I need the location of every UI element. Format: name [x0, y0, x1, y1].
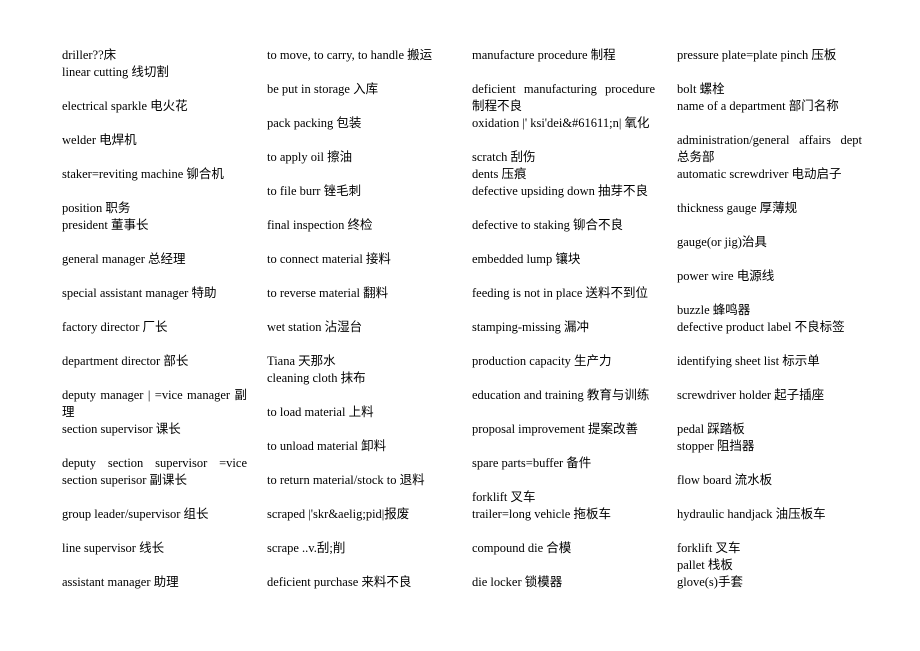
glossary-entry: wet station 沾湿台	[267, 320, 363, 334]
glossary-entry: education and training 教育与训练	[472, 388, 650, 402]
glossary-entry: factory director 厂长	[62, 320, 168, 334]
glossary-entry: trailer=long vehicle 拖板车	[472, 507, 611, 521]
glossary-entry: stopper 阻挡器	[677, 439, 755, 453]
glossary-entry: screwdriver holder 起子插座	[677, 388, 825, 402]
glossary-entry: deficient manufacturing procedure 制程不良	[472, 82, 655, 113]
glossary-entry: dents 压痕	[472, 167, 527, 181]
glossary-entry: pedal 踩踏板	[677, 422, 745, 436]
glossary-entry: to connect material 接料	[267, 252, 391, 266]
glossary-entry: name of a department 部门名称	[677, 99, 839, 113]
glossary-entry: defective upsiding down 抽芽不良	[472, 184, 649, 198]
glossary-entry: assistant manager 助理	[62, 575, 179, 589]
glossary-entry: power wire 电源线	[677, 269, 775, 283]
glossary-entry: pallet 栈板	[677, 558, 733, 572]
glossary-entry: pack packing 包装	[267, 116, 362, 130]
glossary-entry: to load material 上料	[267, 405, 374, 419]
glossary-entry: stamping-missing 漏冲	[472, 320, 590, 334]
glossary-column-4: pressure plate=plate pinch 压板 bolt 螺栓 name…	[677, 47, 862, 607]
document-page: driller??床 linear cutting 线切割 electrical s…	[0, 0, 920, 651]
glossary-entry: scrape ..v.刮;削	[267, 541, 346, 555]
glossary-entry: buzzle 蜂鸣器	[677, 303, 751, 317]
glossary-entry: bolt 螺栓	[677, 82, 725, 96]
glossary-entry: die locker 锁模器	[472, 575, 563, 589]
glossary-entry: driller??床	[62, 48, 117, 62]
glossary-entry: section supervisor 课长	[62, 422, 181, 436]
glossary-entry: department director 部长	[62, 354, 189, 368]
glossary-entry: welder 电焊机	[62, 133, 137, 147]
glossary-entry: scraped |'skr&aelig;pid|报废	[267, 507, 410, 521]
glossary-entry: president 董事长	[62, 218, 149, 232]
glossary-entry: flow board 流水板	[677, 473, 773, 487]
glossary-entry: feeding is not in place 送料不到位	[472, 286, 649, 300]
glossary-entry: identifying sheet list 标示单	[677, 354, 820, 368]
glossary-entry: gauge(or jig)治具	[677, 235, 767, 249]
glossary-entry: forklift 叉车	[677, 541, 741, 555]
glossary-entry: position 职务	[62, 201, 131, 215]
glossary-entry: automatic screwdriver 电动启子	[677, 167, 842, 181]
glossary-entry: manufacture procedure 制程	[472, 48, 616, 62]
glossary-entry: administration/general affairs dept 总务部	[677, 133, 862, 164]
glossary-entry: cleaning cloth 抹布	[267, 371, 366, 385]
glossary-entry: forklift 叉车	[472, 490, 536, 504]
glossary-entry: deficient purchase 来料不良	[267, 575, 412, 589]
glossary-entry: electrical sparkle 电火花	[62, 99, 188, 113]
glossary-entry: defective product label 不良标签	[677, 320, 845, 334]
glossary-entry: general manager 总经理	[62, 252, 186, 266]
glossary-entry: final inspection 终检	[267, 218, 373, 232]
glossary-entry: compound die 合模	[472, 541, 572, 555]
glossary-entry: to apply oil 擦油	[267, 150, 353, 164]
glossary-entry: deputy manager | =vice manager 副理	[62, 388, 247, 419]
glossary-entry: to unload material 卸料	[267, 439, 387, 453]
glossary-column-1: driller??床 linear cutting 线切割 electrical s…	[62, 47, 247, 607]
glossary-entry: linear cutting 线切割	[62, 65, 169, 79]
glossary-column-3: manufacture procedure 制程 deficient manufa…	[472, 47, 655, 607]
glossary-entry: group leader/supervisor 组长	[62, 507, 209, 521]
glossary-entry: line supervisor 线长	[62, 541, 165, 555]
glossary-entry: spare parts=buffer 备件	[472, 456, 592, 470]
glossary-entry: to reverse material 翻料	[267, 286, 389, 300]
glossary-entry: embedded lump 镶块	[472, 252, 581, 266]
glossary-entry: special assistant manager 特助	[62, 286, 217, 300]
glossary-entry: hydraulic handjack 油压板车	[677, 507, 826, 521]
glossary-entry: scratch 刮伤	[472, 150, 536, 164]
glossary-entry: deputy section supervisor =vice section …	[62, 456, 247, 487]
glossary-entry: to move, to carry, to handle 搬运	[267, 48, 433, 62]
glossary-column-2: to move, to carry, to handle 搬运 be put in…	[267, 47, 452, 607]
glossary-entry: thickness gauge 厚薄规	[677, 201, 798, 215]
glossary-entry: to file burr 锉毛刺	[267, 184, 362, 198]
glossary-entry: proposal improvement 提案改善	[472, 422, 638, 436]
glossary-entry: production capacity 生产力	[472, 354, 612, 368]
glossary-entry: staker=reviting machine 铆合机	[62, 167, 224, 181]
glossary-entry: to return material/stock to 退料	[267, 473, 425, 487]
glossary-entry: defective to staking 铆合不良	[472, 218, 624, 232]
glossary-entry: be put in storage 入库	[267, 82, 379, 96]
glossary-entry: glove(s)手套	[677, 575, 743, 589]
glossary-entry: oxidation |' ksi'dei&#61611;n| 氧化	[472, 116, 650, 130]
glossary-entry: Tiana 天那水	[267, 354, 336, 368]
glossary-entry: pressure plate=plate pinch 压板	[677, 48, 837, 62]
